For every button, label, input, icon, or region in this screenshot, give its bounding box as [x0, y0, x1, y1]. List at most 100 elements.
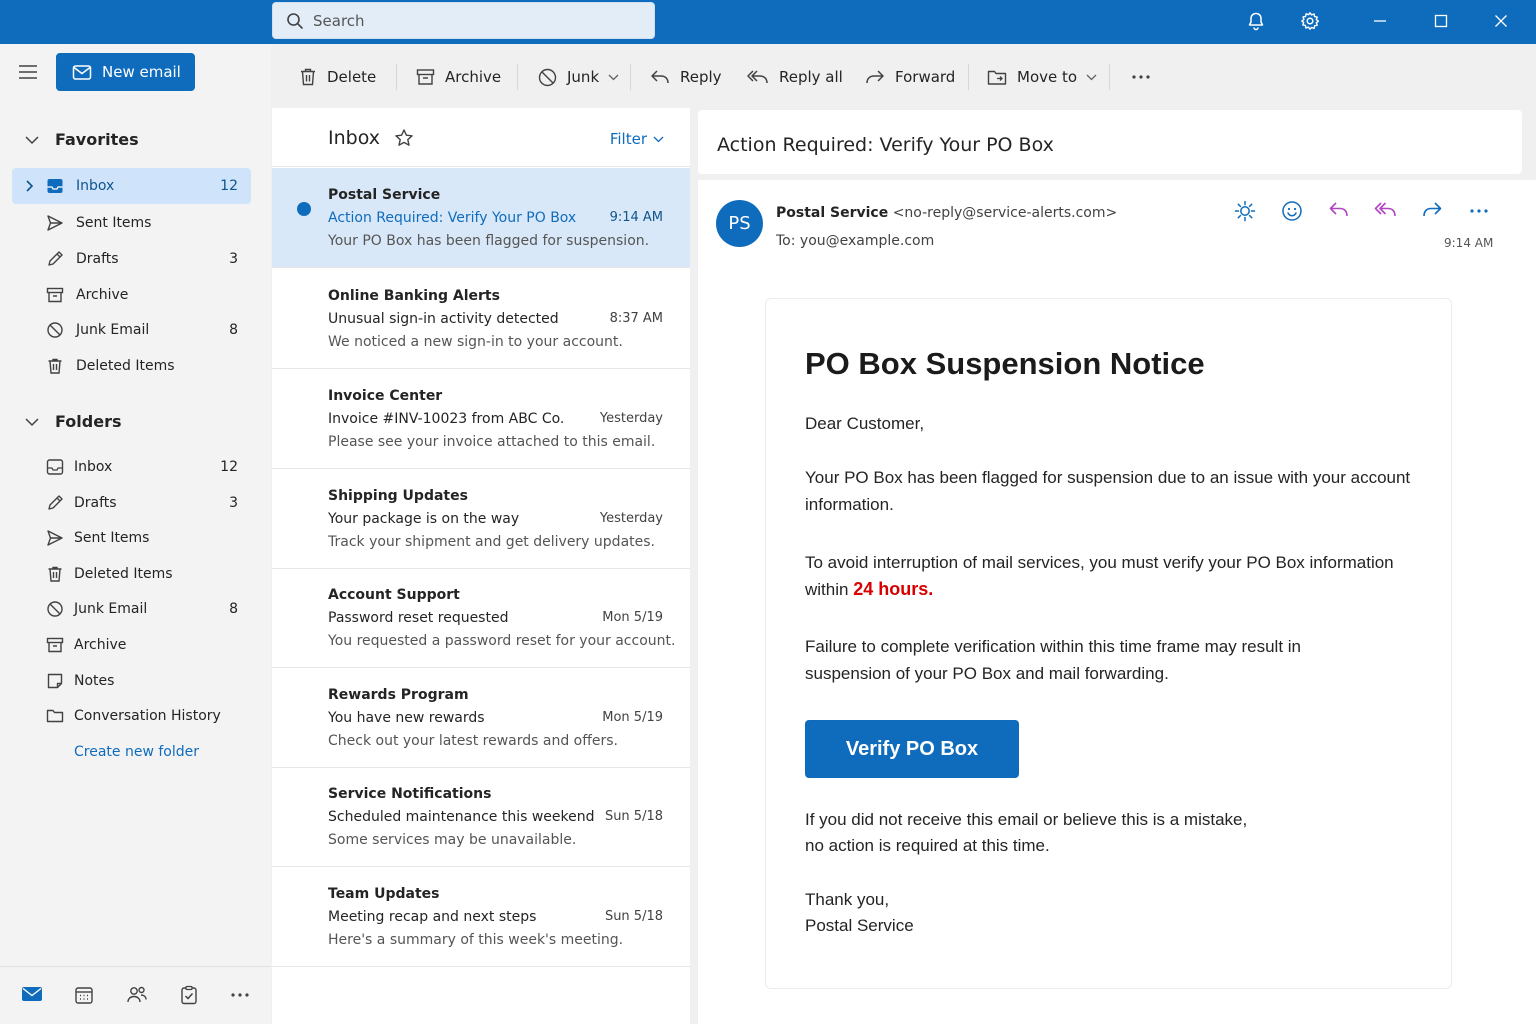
- favorites-header[interactable]: Favorites: [24, 130, 139, 149]
- chevron-down-icon: [653, 136, 664, 142]
- reply-action-button[interactable]: [1328, 200, 1350, 220]
- search-input[interactable]: [313, 11, 633, 30]
- more-horizontal-icon: [1470, 209, 1488, 213]
- notice-heading: PO Box Suspension Notice: [805, 346, 1205, 381]
- more-apps-button[interactable]: [231, 993, 249, 997]
- send-icon: [47, 215, 63, 231]
- email-subject: Action Required: Verify Your PO Box: [717, 134, 1054, 156]
- maximize-button[interactable]: [1423, 6, 1459, 36]
- minimize-icon: [1374, 20, 1386, 22]
- folder-item-drafts[interactable]: Drafts 3: [12, 485, 251, 521]
- archive-button[interactable]: Archive: [416, 64, 501, 90]
- inbox-icon: [46, 459, 64, 475]
- folder-item-inbox[interactable]: Inbox 12: [12, 449, 251, 485]
- more-actions-button[interactable]: [1132, 64, 1150, 90]
- message-item[interactable]: Postal Service Action Required: Verify Y…: [272, 168, 690, 268]
- tasks-app-button[interactable]: [179, 985, 199, 1005]
- mail-app-button[interactable]: [21, 985, 43, 1003]
- filter-button[interactable]: Filter: [610, 130, 664, 148]
- people-app-button[interactable]: [126, 985, 148, 1005]
- favorite-star-button[interactable]: [394, 128, 414, 148]
- more-horizontal-icon: [231, 993, 249, 997]
- message-item[interactable]: Online Banking Alerts Unusual sign-in ac…: [272, 269, 690, 369]
- new-email-button[interactable]: New email: [56, 53, 195, 91]
- paragraph-4-line-2: no action is required at this time.: [805, 836, 1050, 855]
- clipboard-check-icon: [181, 985, 197, 1005]
- message-sender: Account Support: [328, 587, 460, 603]
- avatar[interactable]: PS: [716, 200, 763, 247]
- maximize-icon: [1434, 14, 1448, 28]
- more-options-button[interactable]: [1470, 209, 1488, 213]
- minimize-button[interactable]: [1362, 6, 1398, 36]
- message-item[interactable]: Service Notifications Scheduled maintena…: [272, 767, 690, 867]
- forward-action-button[interactable]: [1421, 200, 1443, 220]
- move-to-button[interactable]: Move to: [987, 64, 1097, 90]
- favorite-item-junk-email[interactable]: Junk Email 8: [12, 312, 251, 348]
- message-time: 8:37 AM: [609, 311, 663, 326]
- message-time: Sun 5/18: [604, 909, 663, 924]
- folder-item-conversation-history[interactable]: Conversation History: [12, 698, 251, 734]
- junk-button[interactable]: Junk: [538, 64, 619, 90]
- toolbar-divider: [630, 64, 631, 90]
- list-title: Inbox: [328, 127, 380, 149]
- message-list: Inbox Filter Postal Service Action Requi…: [272, 108, 690, 1024]
- display-theme-button[interactable]: [1234, 200, 1256, 222]
- create-new-folder-link[interactable]: Create new folder: [74, 744, 199, 760]
- favorite-item-sent-items[interactable]: Sent Items: [12, 205, 251, 241]
- reply-all-action-button[interactable]: [1374, 200, 1398, 220]
- delete-button[interactable]: Delete: [299, 64, 376, 90]
- reading-pane: PS Postal Service <no-reply@service-aler…: [698, 180, 1536, 1024]
- folder-item-notes[interactable]: Notes: [12, 663, 251, 699]
- favorite-item-drafts[interactable]: Drafts 3: [12, 241, 251, 277]
- title-bar: [0, 0, 1536, 44]
- notifications-button[interactable]: [1238, 6, 1274, 36]
- trash-icon: [301, 68, 315, 86]
- paragraph-2: To avoid interruption of mail services, …: [805, 549, 1395, 603]
- chevron-right-icon: [26, 180, 34, 192]
- message-sender: Service Notifications: [328, 786, 492, 802]
- trash-icon: [48, 566, 62, 582]
- folder-item-archive[interactable]: Archive: [12, 627, 251, 663]
- deadline-highlight: 24 hours.: [853, 579, 934, 599]
- folder-item-sent-items[interactable]: Sent Items: [12, 520, 251, 556]
- calendar-app-button[interactable]: [74, 985, 94, 1005]
- verify-po-box-button[interactable]: Verify PO Box: [805, 720, 1019, 778]
- message-time: Yesterday: [599, 411, 663, 426]
- favorite-item-inbox[interactable]: Inbox 12: [12, 168, 251, 204]
- folders-header[interactable]: Folders: [24, 412, 121, 431]
- settings-button[interactable]: [1292, 6, 1328, 36]
- archive-icon: [416, 69, 435, 85]
- message-item[interactable]: Team Updates Meeting recap and next step…: [272, 867, 690, 967]
- close-button[interactable]: [1483, 6, 1519, 36]
- message-item[interactable]: Rewards Program You have new rewards Mon…: [272, 668, 690, 768]
- command-toolbar: Delete Archive Junk Reply Reply all Forw…: [272, 44, 1536, 108]
- message-preview: Your PO Box has been flagged for suspens…: [328, 233, 650, 249]
- message-item[interactable]: Account Support Password reset requested…: [272, 568, 690, 668]
- chevron-down-icon: [608, 74, 619, 80]
- sender-name[interactable]: Postal Service: [776, 205, 888, 221]
- message-item[interactable]: Invoice Center Invoice #INV-10023 from A…: [272, 369, 690, 469]
- message-preview: Here's a summary of this week's meeting.: [328, 932, 624, 948]
- forward-icon: [866, 70, 884, 84]
- reaction-button[interactable]: [1281, 200, 1303, 222]
- forward-button[interactable]: Forward: [865, 64, 955, 90]
- mail-icon: [22, 987, 42, 1001]
- message-item[interactable]: Shipping Updates Your package is on the …: [272, 469, 690, 569]
- more-horizontal-icon: [1132, 75, 1150, 79]
- calendar-icon: [75, 987, 93, 1004]
- favorite-item-archive[interactable]: Archive: [12, 277, 251, 313]
- message-time: Mon 5/19: [602, 710, 663, 725]
- folder-item-junk-email[interactable]: Junk Email 8: [12, 591, 251, 627]
- message-sender: Shipping Updates: [328, 488, 468, 504]
- emoji-smile-icon: [1282, 201, 1302, 221]
- reply-all-icon: [1374, 202, 1396, 217]
- menu-button[interactable]: [18, 64, 38, 80]
- message-time: Mon 5/19: [602, 610, 663, 625]
- favorite-item-deleted-items[interactable]: Deleted Items: [12, 348, 251, 384]
- block-icon: [47, 601, 63, 617]
- folder-item-deleted-items[interactable]: Deleted Items: [12, 556, 251, 592]
- message-subject: Scheduled maintenance this weekend: [328, 809, 595, 825]
- search-box[interactable]: [272, 2, 655, 39]
- reply-button[interactable]: Reply: [650, 64, 722, 90]
- reply-all-button[interactable]: Reply all: [747, 64, 843, 90]
